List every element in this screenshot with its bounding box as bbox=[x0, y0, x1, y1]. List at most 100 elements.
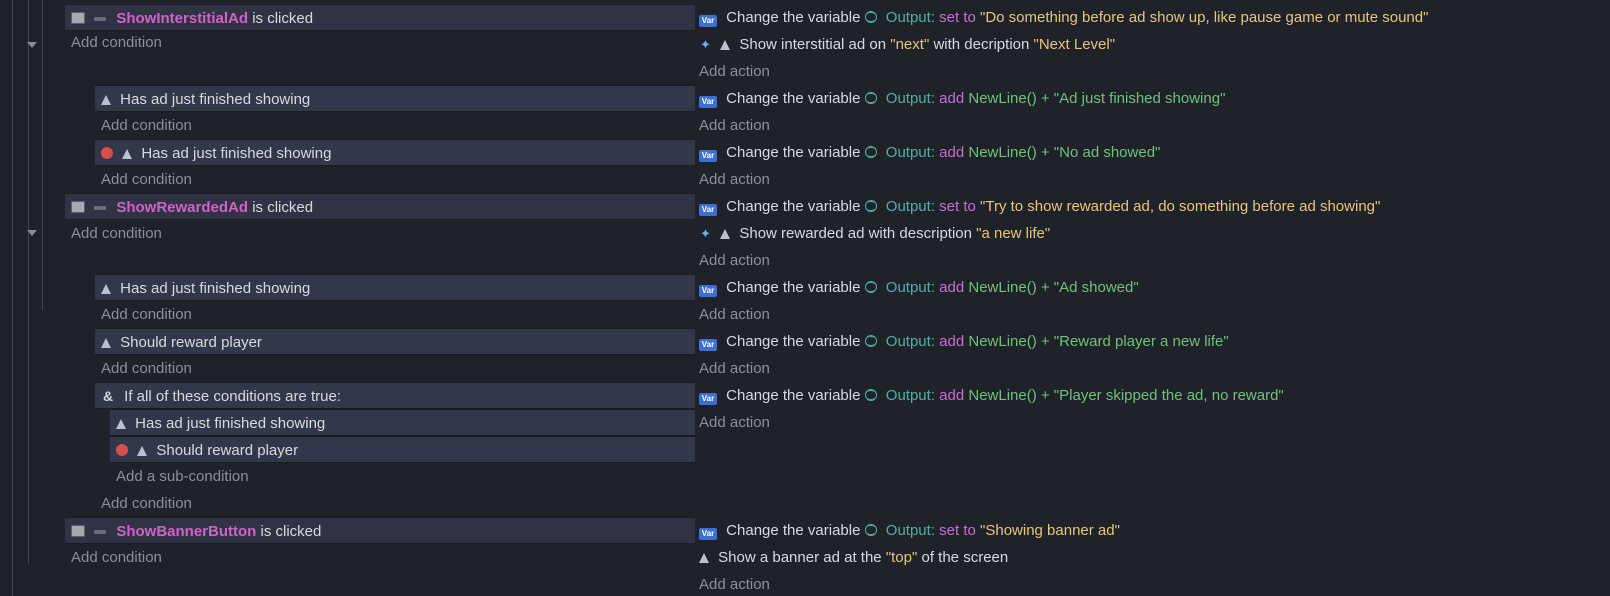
action-row[interactable]: Show a banner ad at the "top" of the scr… bbox=[697, 544, 1602, 571]
add-action[interactable]: Add action bbox=[697, 409, 1602, 436]
var-icon: Var bbox=[699, 285, 717, 297]
add-condition[interactable]: Add condition bbox=[95, 166, 695, 193]
triangle-icon bbox=[101, 338, 111, 348]
and-icon bbox=[101, 383, 115, 410]
add-condition[interactable]: Add condition bbox=[95, 112, 695, 139]
expression: NewLine() + "Reward player a new life" bbox=[968, 333, 1228, 350]
action-row[interactable]: Var Change the variable Output: set to "… bbox=[697, 517, 1602, 544]
action-row[interactable]: Var Change the variable Output: set to "… bbox=[697, 193, 1602, 220]
event-sheet: { "labels": { "add_condition": "Add cond… bbox=[0, 0, 1610, 596]
globe-icon bbox=[865, 200, 877, 212]
condition-row[interactable]: Has ad just finished showing bbox=[110, 409, 695, 436]
action-row[interactable]: Var Change the variable Output: set to "… bbox=[697, 4, 1602, 31]
condition-row[interactable]: Has ad just finished showing bbox=[95, 139, 695, 166]
triangle-icon bbox=[137, 446, 147, 456]
globe-icon bbox=[865, 335, 877, 347]
condition-text: Has ad just finished showing bbox=[141, 145, 331, 162]
condition-row[interactable]: ShowInterstitialAd is clicked bbox=[65, 4, 695, 31]
sparkle-icon: ✦ bbox=[699, 31, 713, 58]
expression: NewLine() + "No ad showed" bbox=[968, 144, 1160, 161]
action-row[interactable]: Var Change the variable Output: add NewL… bbox=[697, 274, 1602, 301]
action-row[interactable]: Var Change the variable Output: add NewL… bbox=[697, 382, 1602, 409]
add-condition[interactable]: Add condition bbox=[65, 220, 695, 247]
add-action[interactable]: Add action bbox=[697, 166, 1602, 193]
dash-icon bbox=[94, 17, 106, 21]
output-var: Output bbox=[886, 198, 931, 215]
operator: add bbox=[939, 279, 964, 296]
add-condition[interactable]: Add condition bbox=[95, 301, 695, 328]
button-icon bbox=[71, 525, 85, 537]
condition-row[interactable]: If all of these conditions are true: bbox=[95, 382, 695, 409]
object-name: ShowBannerButton bbox=[116, 523, 256, 540]
condition-row[interactable]: ShowBannerButton is clicked bbox=[65, 517, 695, 544]
string-literal: "top" bbox=[886, 549, 918, 566]
output-var: Output bbox=[886, 279, 931, 296]
add-condition[interactable]: Add condition bbox=[65, 544, 695, 571]
expand-icon[interactable] bbox=[27, 42, 37, 48]
add-condition[interactable]: Add condition bbox=[65, 31, 695, 55]
expression: NewLine() + "Ad just finished showing" bbox=[968, 90, 1225, 107]
action-row[interactable]: Var Change the variable Output: add NewL… bbox=[697, 328, 1602, 355]
condition-text: is clicked bbox=[252, 10, 313, 27]
output-var: Output bbox=[886, 387, 931, 404]
action-text: with decription bbox=[933, 36, 1033, 53]
string-literal: "Try to show rewarded ad, do something b… bbox=[980, 198, 1380, 215]
condition-row[interactable]: Has ad just finished showing bbox=[95, 274, 695, 301]
triangle-icon bbox=[699, 553, 709, 563]
operator: set to bbox=[939, 522, 976, 539]
action-text: Change the variable bbox=[726, 198, 860, 215]
condition-text: Has ad just finished showing bbox=[135, 415, 325, 432]
condition-row[interactable]: ShowRewardedAd is clicked bbox=[65, 193, 695, 220]
add-sub-condition[interactable]: Add a sub-condition bbox=[110, 463, 695, 490]
condition-text: Has ad just finished showing bbox=[120, 91, 310, 108]
action-text: Change the variable bbox=[726, 9, 860, 26]
var-icon: Var bbox=[699, 528, 717, 540]
condition-row[interactable]: Should reward player bbox=[110, 436, 695, 463]
expand-icon[interactable] bbox=[27, 230, 37, 236]
condition-row[interactable]: Has ad just finished showing bbox=[95, 85, 695, 112]
var-icon: Var bbox=[699, 393, 717, 405]
add-action[interactable]: Add action bbox=[697, 112, 1602, 139]
add-action[interactable]: Add action bbox=[697, 58, 1602, 85]
var-icon: Var bbox=[699, 204, 717, 216]
add-action[interactable]: Add action bbox=[697, 247, 1602, 274]
button-icon bbox=[71, 12, 85, 24]
action-text: Change the variable bbox=[726, 387, 860, 404]
action-text: Change the variable bbox=[726, 333, 860, 350]
condition-row[interactable]: Should reward player bbox=[95, 328, 695, 355]
triangle-icon bbox=[122, 149, 132, 159]
condition-text: If all of these conditions are true: bbox=[124, 388, 341, 405]
triangle-icon bbox=[720, 40, 730, 50]
operator: add bbox=[939, 333, 964, 350]
operator: add bbox=[939, 387, 964, 404]
add-action[interactable]: Add action bbox=[697, 355, 1602, 382]
output-var: Output bbox=[886, 522, 931, 539]
action-text: Show a banner ad at the bbox=[718, 549, 881, 566]
add-action[interactable]: Add action bbox=[697, 301, 1602, 328]
condition-text: Should reward player bbox=[120, 334, 262, 351]
operator: set to bbox=[939, 198, 976, 215]
action-text: Change the variable bbox=[726, 279, 860, 296]
action-row[interactable]: Var Change the variable Output: add NewL… bbox=[697, 85, 1602, 112]
triangle-icon bbox=[101, 95, 111, 105]
operator: set to bbox=[939, 9, 976, 26]
string-literal: "Do something before ad show up, like pa… bbox=[980, 9, 1428, 26]
add-condition[interactable]: Add condition bbox=[95, 355, 695, 382]
invert-icon bbox=[101, 147, 113, 159]
action-row[interactable]: Var Change the variable Output: add NewL… bbox=[697, 139, 1602, 166]
string-literal: "a new life" bbox=[976, 225, 1050, 242]
output-var: Output bbox=[886, 144, 931, 161]
output-var: Output bbox=[886, 333, 931, 350]
globe-icon bbox=[865, 92, 877, 104]
action-row[interactable]: ✦ Show interstitial ad on "next" with de… bbox=[697, 31, 1602, 58]
action-row[interactable]: ✦ Show rewarded ad with description "a n… bbox=[697, 220, 1602, 247]
var-icon: Var bbox=[699, 339, 717, 351]
triangle-icon bbox=[720, 229, 730, 239]
button-icon bbox=[71, 201, 85, 213]
add-condition[interactable]: Add condition bbox=[95, 490, 695, 517]
var-icon: Var bbox=[699, 15, 717, 27]
add-action[interactable]: Add action bbox=[697, 571, 1602, 596]
tree-gutter bbox=[0, 0, 65, 596]
sparkle-icon: ✦ bbox=[699, 220, 713, 247]
dash-icon bbox=[94, 206, 106, 210]
